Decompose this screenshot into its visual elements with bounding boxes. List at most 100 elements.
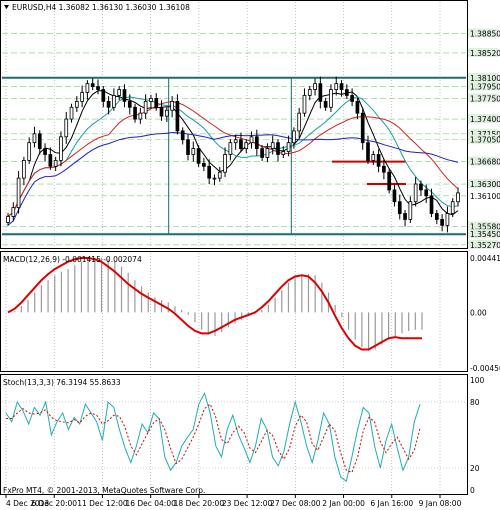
- candle-body: [434, 213, 439, 220]
- candle-body: [456, 192, 460, 203]
- candle-body: [445, 213, 450, 226]
- candle-body: [382, 165, 386, 173]
- price-tick-label: 1.35270: [470, 241, 500, 250]
- price-panel: [0, 0, 468, 249]
- time-tick-label: 9 Jan 08:00: [419, 499, 462, 508]
- price-tick-label: 1.36100: [470, 192, 500, 201]
- candle-body: [122, 89, 127, 102]
- price-tick-label: 1.37050: [470, 136, 500, 145]
- candle-body: [318, 83, 323, 102]
- candle-body: [239, 139, 243, 149]
- macd-axis: 0.004411 0.00 -0.004501: [470, 254, 500, 373]
- candle-body: [413, 183, 418, 203]
- candle-body: [350, 95, 354, 102]
- candle-body: [43, 148, 47, 155]
- candle-body: [16, 177, 21, 209]
- price-tick-label: 1.37950: [470, 83, 500, 92]
- candle-body: [22, 160, 26, 179]
- candle-body: [154, 98, 159, 108]
- candle-body: [371, 154, 376, 161]
- time-tick-label: 6 Dec 20:00: [31, 499, 77, 508]
- candle-body: [344, 89, 349, 96]
- stoch-tick-label: 80: [470, 398, 480, 407]
- stoch-axis: 100 80 20 0: [470, 376, 485, 495]
- time-tick-label: 2 Jan 00:00: [322, 499, 365, 508]
- macd-header: MACD(12,26,9) -0.001415 -0.002074: [3, 255, 142, 264]
- time-tick-label: 18 Dec 20:00: [174, 499, 225, 508]
- candle-body: [196, 148, 201, 164]
- candle-body: [307, 89, 312, 96]
- candle-body: [419, 183, 423, 191]
- candle-body: [323, 100, 328, 108]
- macd-tick-label: -0.004501: [470, 364, 500, 373]
- candle-body: [233, 139, 238, 144]
- candle-body: [180, 130, 185, 141]
- candle-body: [6, 216, 10, 223]
- candle-body: [64, 118, 69, 138]
- candle-body: [302, 95, 307, 114]
- candle-body: [392, 189, 397, 203]
- candle-body: [297, 112, 302, 132]
- candle-body: [329, 89, 333, 108]
- candle-body: [191, 148, 196, 155]
- price-tick-label: 1.36680: [470, 158, 500, 167]
- candle-body: [175, 100, 180, 132]
- time-tick-label: 16 Dec 04:00: [125, 499, 176, 508]
- candle-body: [408, 201, 413, 220]
- candle-body: [74, 100, 79, 108]
- time-tick-label: 27 Dec 08:00: [270, 499, 321, 508]
- candle-body: [339, 83, 344, 90]
- price-tick-label: 1.38850: [470, 29, 500, 38]
- candle-body: [281, 151, 286, 155]
- candle-body: [376, 154, 381, 167]
- candle-body: [101, 89, 106, 102]
- candle-body: [138, 112, 143, 120]
- candle-body: [244, 142, 249, 149]
- candle-body: [286, 142, 291, 152]
- stoch-tick-label: 20: [470, 464, 480, 473]
- candle-body: [265, 148, 270, 158]
- candle-body: [260, 148, 264, 158]
- candle-body: [96, 86, 100, 90]
- price-tick-label: 1.38520: [470, 49, 500, 58]
- price-tick-label: 1.35450: [470, 230, 500, 239]
- candle-body: [133, 106, 137, 120]
- candle-body: [217, 171, 222, 179]
- candle-body: [223, 154, 227, 173]
- candle-body: [360, 112, 365, 144]
- candle-body: [202, 162, 206, 167]
- candle-body: [424, 189, 429, 197]
- candle-body: [450, 201, 455, 214]
- candle-body: [313, 83, 317, 90]
- candle-body: [249, 136, 254, 144]
- candle-body: [387, 171, 392, 191]
- stoch-panel: [0, 374, 468, 495]
- macd-tick-label: 0.004411: [470, 254, 500, 263]
- candle-body: [170, 100, 174, 111]
- candle-body: [228, 142, 233, 155]
- candle-body: [276, 142, 280, 155]
- candle-body: [48, 154, 53, 167]
- candle-body: [32, 133, 37, 144]
- candle-body: [37, 133, 42, 149]
- stoch-tick-label: 100: [470, 376, 485, 385]
- price-tick-label: 1.38100: [470, 74, 500, 83]
- candle-body: [366, 142, 370, 161]
- candle-body: [254, 136, 259, 149]
- candle-body: [59, 136, 63, 161]
- stoch-header: Stoch(13,3,3) 76.3194 55.8633: [3, 378, 121, 387]
- price-axis: 1.38850 1.38520 1.381001.37950 1.37750 1.374…: [468, 28, 500, 250]
- price-header: EURUSD,H4 1.36082 1.36130 1.36030 1.3610…: [12, 3, 190, 12]
- candle-body: [164, 109, 169, 117]
- chart-area: 1.38850 1.38520 1.381001.37950 1.37750 1.374…: [0, 0, 500, 508]
- footer-credit: FxPro MT4, © 2001-2013, MetaQuotes Softw…: [3, 486, 205, 495]
- time-axis: 4 Dec 20136 Dec 20:00 11 Dec 12:0016 Dec …: [5, 495, 462, 508]
- candle-body: [11, 207, 16, 217]
- stoch-tick-label: 0: [470, 486, 475, 495]
- candle-body: [112, 95, 116, 108]
- candle-body: [127, 100, 132, 108]
- candle-body: [207, 165, 212, 179]
- price-tick-label: 1.37750: [470, 94, 500, 103]
- candle-body: [53, 160, 58, 167]
- candle-body: [212, 177, 217, 180]
